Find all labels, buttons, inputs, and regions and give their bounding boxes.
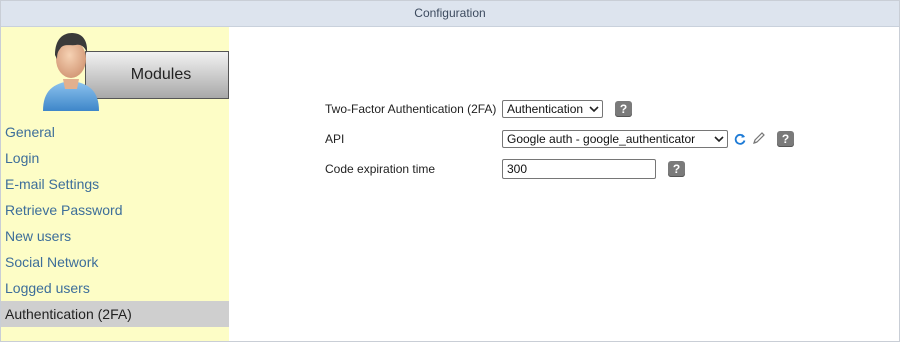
two-factor-label: Two-Factor Authentication (2FA) <box>325 102 497 116</box>
two-factor-select[interactable]: Authentication <box>502 100 603 118</box>
refresh-icon[interactable] <box>733 132 747 146</box>
sidebar-item-retrieve-password[interactable]: Retrieve Password <box>1 197 229 223</box>
sidebar: Modules General Login E-mail Settings Re… <box>1 27 229 341</box>
code-expiration-label: Code expiration time <box>325 162 436 176</box>
sidebar-item-authentication-2fa[interactable]: Authentication (2FA) <box>1 301 229 327</box>
chevron-down-icon <box>714 136 724 143</box>
sidebar-item-general[interactable]: General <box>1 119 229 145</box>
user-avatar-icon <box>43 33 99 111</box>
modules-header: Modules <box>85 51 229 99</box>
window-title: Configuration <box>1 1 899 27</box>
help-icon[interactable]: ? <box>777 131 794 147</box>
api-select[interactable]: Google auth - google_authenticator <box>502 130 728 148</box>
two-factor-select-value: Authentication <box>507 102 584 116</box>
sidebar-item-login[interactable]: Login <box>1 145 229 171</box>
help-icon[interactable]: ? <box>668 161 685 177</box>
chevron-down-icon <box>589 106 599 113</box>
api-select-value: Google auth - google_authenticator <box>507 132 696 146</box>
sidebar-item-email-settings[interactable]: E-mail Settings <box>1 171 229 197</box>
sidebar-item-logged-users[interactable]: Logged users <box>1 275 229 301</box>
pencil-icon[interactable] <box>751 131 766 146</box>
code-expiration-input[interactable]: 300 <box>502 159 656 179</box>
sidebar-item-new-users[interactable]: New users <box>1 223 229 249</box>
sidebar-item-social-network[interactable]: Social Network <box>1 249 229 275</box>
api-label: API <box>325 132 345 146</box>
help-icon[interactable]: ? <box>615 101 632 117</box>
